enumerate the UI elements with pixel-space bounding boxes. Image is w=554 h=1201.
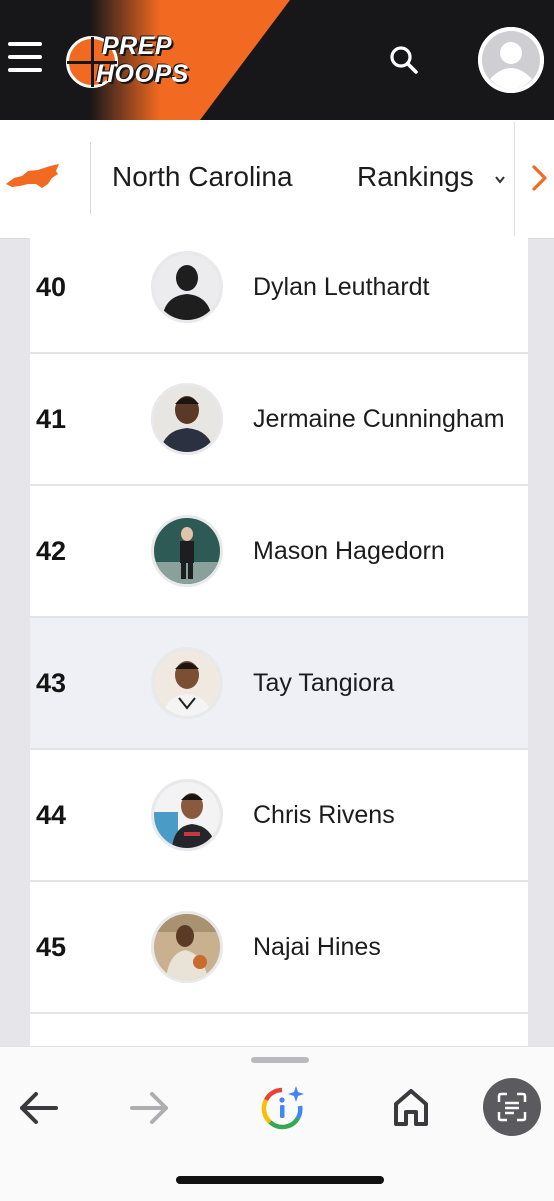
scan-text-icon[interactable]	[483, 1078, 541, 1136]
player-photo[interactable]	[151, 779, 223, 851]
north-carolina-state-shape-icon[interactable]	[4, 162, 60, 192]
player-name[interactable]: Chris Rivens	[253, 750, 395, 880]
user-avatar-icon[interactable]	[478, 27, 544, 93]
ranking-row[interactable]: 40 Dylan Leuthardt	[30, 238, 528, 354]
player-name[interactable]: Tay Tangiora	[253, 618, 394, 748]
sheet-drag-handle[interactable]	[251, 1057, 309, 1063]
ranking-row[interactable]	[30, 1014, 528, 1046]
hamburger-menu-icon[interactable]	[8, 42, 42, 72]
home-icon[interactable]	[390, 1086, 432, 1128]
rank-number: 41	[36, 404, 67, 434]
search-icon[interactable]	[388, 44, 420, 76]
player-name[interactable]: Jermaine Cunningham	[253, 354, 505, 484]
player-photo[interactable]	[151, 515, 223, 587]
rank-number: 40	[36, 272, 67, 302]
ranking-row[interactable]: 45 Najai Hines	[30, 882, 528, 1014]
forward-arrow-icon[interactable]	[128, 1088, 172, 1128]
logo-text-line1: PREP	[102, 32, 173, 60]
home-indicator[interactable]	[176, 1176, 384, 1184]
chevron-right-icon[interactable]	[530, 164, 550, 192]
ranking-row[interactable]: 41 Jermaine Cunningham	[30, 354, 528, 486]
nav-divider	[90, 142, 91, 214]
state-selector[interactable]: North Carolina	[112, 160, 293, 194]
player-photo[interactable]	[151, 647, 223, 719]
ranking-row[interactable]: 44 Chris Rivens	[30, 750, 528, 882]
nav-divider	[514, 122, 515, 236]
logo-text-line2: HOOPS	[96, 60, 189, 88]
rankings-dropdown[interactable]: Rankings	[357, 160, 474, 194]
player-photo[interactable]	[151, 251, 223, 323]
rank-number: 42	[36, 536, 67, 566]
rank-number: 44	[36, 800, 67, 830]
chevron-down-icon[interactable]	[494, 172, 506, 184]
player-name[interactable]: Dylan Leuthardt	[253, 238, 430, 352]
google-lens-sparkle-icon[interactable]	[258, 1084, 306, 1132]
rank-number: 43	[36, 668, 67, 698]
player-name[interactable]: Mason Hagedorn	[253, 486, 445, 616]
player-rankings-list: 40 Dylan Leuthardt 41 Jermaine Cunningha…	[30, 238, 528, 1046]
rank-number: 45	[36, 932, 67, 962]
player-photo[interactable]	[151, 911, 223, 983]
ranking-row[interactable]: 43 Tay Tangiora	[30, 618, 528, 750]
prep-hoops-logo[interactable]: PREP HOOPS	[66, 30, 216, 94]
ranking-row[interactable]: 42 Mason Hagedorn	[30, 486, 528, 618]
player-photo[interactable]	[151, 383, 223, 455]
player-name[interactable]: Najai Hines	[253, 882, 381, 1012]
back-arrow-icon[interactable]	[16, 1088, 60, 1128]
